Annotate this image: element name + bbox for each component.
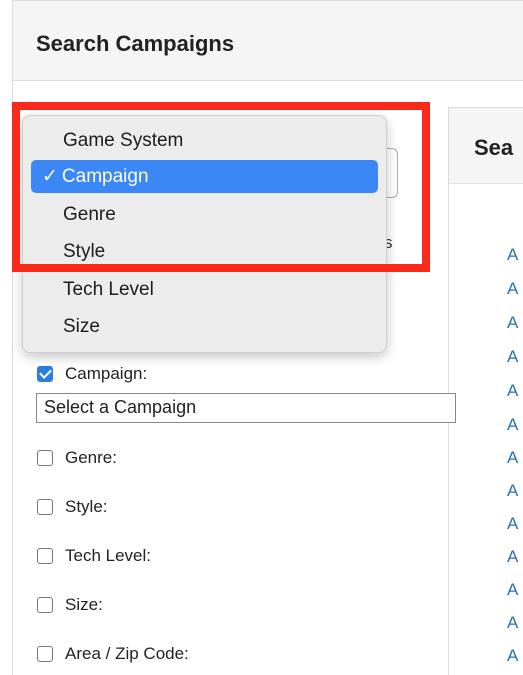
- result-link[interactable]: A: [507, 245, 518, 265]
- results-title: Sea: [474, 135, 514, 160]
- filter-genre[interactable]: Genre:: [37, 448, 117, 468]
- area-zip-checkbox[interactable]: [37, 646, 53, 662]
- highlight-box: [12, 102, 430, 272]
- result-link[interactable]: A: [507, 415, 518, 435]
- result-link[interactable]: A: [507, 646, 518, 666]
- campaign-label: Campaign:: [65, 364, 148, 383]
- result-link[interactable]: A: [507, 381, 518, 401]
- filter-campaign[interactable]: Campaign:: [37, 364, 147, 384]
- style-checkbox[interactable]: [37, 499, 53, 515]
- result-link[interactable]: A: [507, 547, 518, 567]
- result-link[interactable]: A: [507, 580, 518, 600]
- campaign-checkbox[interactable]: [37, 366, 53, 382]
- style-label: Style:: [65, 497, 108, 516]
- result-link[interactable]: A: [507, 279, 518, 299]
- genre-label: Genre:: [65, 448, 117, 467]
- panel-header: Search Campaigns: [13, 1, 523, 81]
- search-results-panel: Sea A A A A A A A A A A A A A: [448, 107, 523, 675]
- result-link[interactable]: A: [507, 481, 518, 501]
- result-link[interactable]: A: [507, 613, 518, 633]
- genre-checkbox[interactable]: [37, 450, 53, 466]
- size-label: Size:: [65, 595, 103, 614]
- tech-level-checkbox[interactable]: [37, 548, 53, 564]
- menu-item-tech-level[interactable]: Tech Level: [31, 273, 378, 306]
- tech-level-label: Tech Level:: [65, 546, 151, 565]
- filter-area-zip[interactable]: Area / Zip Code:: [37, 644, 189, 664]
- size-checkbox[interactable]: [37, 597, 53, 613]
- panel-title: Search Campaigns: [36, 31, 235, 56]
- area-zip-label: Area / Zip Code:: [65, 644, 189, 663]
- filter-tech-level[interactable]: Tech Level:: [37, 546, 151, 566]
- result-link[interactable]: A: [507, 313, 518, 333]
- filter-style[interactable]: Style:: [37, 497, 108, 517]
- campaign-select[interactable]: Select a Campaign: [36, 393, 456, 423]
- menu-item-size[interactable]: Size: [31, 310, 378, 343]
- filter-size[interactable]: Size:: [37, 595, 103, 615]
- result-link[interactable]: A: [507, 347, 518, 367]
- result-link[interactable]: A: [507, 448, 518, 468]
- result-link[interactable]: A: [507, 514, 518, 534]
- results-header: Sea: [449, 108, 523, 184]
